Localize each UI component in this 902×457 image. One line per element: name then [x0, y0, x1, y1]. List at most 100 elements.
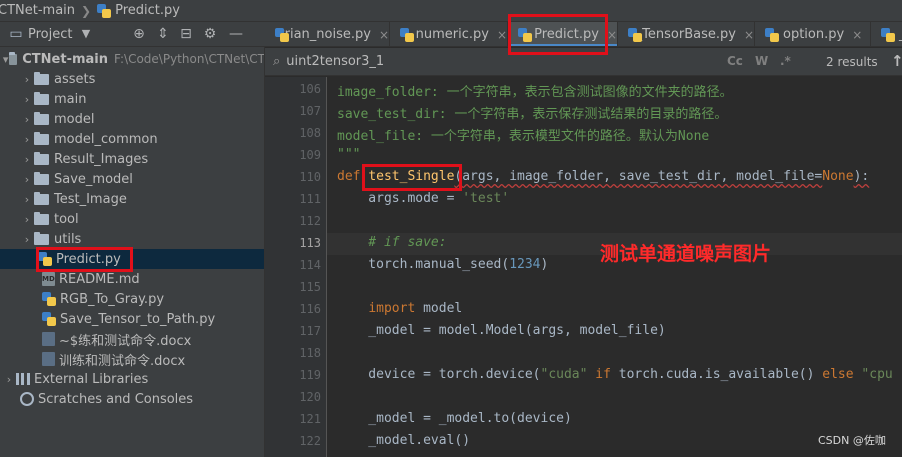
chevron-right-icon[interactable]: › [20, 133, 34, 146]
line-number: 110 [299, 170, 321, 184]
code-token: """ [337, 147, 361, 162]
tree-item-label: main [54, 91, 87, 107]
chevron-down-icon[interactable]: ▾ [2, 53, 9, 66]
code-editor[interactable]: 106 107 108 109 110 111 112 113 114 115 116 117 118 1… [265, 77, 902, 457]
folder-icon [34, 71, 49, 85]
tab-overflow[interactable]: _i [871, 22, 902, 46]
tree-item-external-libraries[interactable]: › External Libraries [0, 369, 264, 389]
code-token: "cpu [861, 367, 893, 382]
tree-item-label: Save_Tensor_to_Path.py [60, 311, 216, 327]
tree-item-train-docx[interactable]: 训练和测试命令.docx [0, 349, 264, 369]
code-token: device = torch.device( [337, 367, 541, 382]
tree-item-test-image[interactable]: › Test_Image [0, 189, 264, 209]
gear-icon[interactable]: ⚙ [202, 26, 218, 42]
search-input[interactable]: uint2tensor3_1 [286, 54, 384, 69]
line-number-gutter: 106 107 108 109 110 111 112 113 114 115 116 117 118 1… [265, 77, 327, 457]
code-token: import [368, 301, 424, 316]
tree-item-tool[interactable]: › tool [0, 209, 264, 229]
folder-icon [34, 131, 49, 145]
breadcrumb-file[interactable]: Predict.py [115, 3, 180, 18]
chevron-down-icon[interactable]: ▼ [78, 26, 94, 42]
tree-item-label: utils [54, 231, 82, 247]
tree-item-utils[interactable]: › utils [0, 229, 264, 249]
python-file-icon [42, 312, 56, 326]
code-line: args.mode = 'test' [337, 191, 509, 206]
chevron-right-icon[interactable]: › [20, 73, 34, 86]
tree-item-label: model [54, 111, 95, 127]
whole-words-toggle[interactable]: W [755, 54, 768, 68]
chevron-right-icon[interactable]: › [20, 113, 34, 126]
expand-all-icon[interactable]: ⇕ [155, 26, 171, 42]
tree-item-scratches[interactable]: Scratches and Consoles [0, 389, 264, 409]
regex-toggle[interactable]: .* [780, 54, 791, 68]
project-icon: ▭ [9, 26, 23, 42]
close-icon[interactable]: × [744, 28, 754, 42]
tree-item-project-root[interactable]: ▾ CTNet-main F:\Code\Python\CTNet\CT [0, 49, 265, 69]
folder-icon [34, 171, 49, 185]
folder-icon [34, 211, 49, 225]
tree-item-label: Scratches and Consoles [38, 391, 194, 407]
code-line: device = torch.device("cuda" if torch.cu… [337, 367, 893, 382]
chevron-right-icon[interactable]: › [20, 233, 34, 246]
chevron-right-icon[interactable]: › [20, 173, 34, 186]
tab-trian-noise[interactable]: trian_noise.py × [265, 22, 390, 46]
minimize-icon[interactable]: — [228, 26, 244, 42]
close-icon[interactable]: × [379, 28, 389, 42]
project-path: F:\Code\Python\CTNet\CT [114, 52, 265, 66]
tree-item-temp-docx[interactable]: ~$练和测试命令.docx [0, 329, 264, 349]
python-file-icon [97, 3, 112, 18]
arrow-up-icon[interactable]: ↑ [891, 52, 902, 70]
annotation-text: 测试单通道噪声图片 [600, 243, 772, 265]
tree-item-model[interactable]: › model [0, 109, 264, 129]
tree-item-readme[interactable]: README.md [0, 269, 264, 289]
tree-item-result-images[interactable]: › Result_Images [0, 149, 264, 169]
chevron-right-icon[interactable]: › [20, 93, 34, 106]
tab-option[interactable]: option.py × [755, 22, 871, 46]
tree-item-label: Test_Image [54, 191, 127, 207]
tree-item-save-model[interactable]: › Save_model [0, 169, 264, 189]
line-number: 115 [299, 280, 321, 294]
tab-label: _TensorBase.py [635, 27, 736, 42]
code-line: save_test_dir: 一个字符串，表示保存测试结果的目录的路径。 [337, 103, 727, 122]
line-number: 116 [299, 302, 321, 316]
breadcrumb-project[interactable]: CTNet-main [0, 3, 75, 18]
close-icon[interactable]: × [607, 28, 617, 42]
tree-item-save-tensor[interactable]: Save_Tensor_to_Path.py [0, 309, 264, 329]
code-token: 1234 [509, 257, 541, 272]
search-results-count: 2 results [826, 55, 878, 69]
docx-file-icon [42, 352, 55, 366]
tab-tensorbase[interactable]: _TensorBase.py × [618, 22, 755, 46]
chevron-right-icon[interactable]: › [20, 193, 34, 206]
tree-item-label: 训练和测试命令.docx [59, 353, 186, 369]
line-number: 112 [299, 214, 321, 228]
code-token: model_file: 一个字符串，表示模型文件的路径。默认为None [337, 129, 710, 144]
folder-icon [34, 231, 49, 245]
code-token: model [423, 301, 463, 316]
match-case-toggle[interactable]: Cc [727, 54, 743, 68]
locate-icon[interactable]: ⊕ [131, 26, 147, 42]
search-icon[interactable]: ⌕ [273, 54, 280, 69]
project-view-selector[interactable]: Project [28, 27, 72, 42]
code-token: torch.cuda.is_available() [618, 367, 823, 382]
tree-item-label: CTNet-main [22, 51, 109, 67]
chevron-right-icon[interactable]: › [20, 213, 34, 226]
tree-item-label: Save_model [54, 171, 133, 187]
close-icon[interactable]: × [852, 28, 862, 42]
chevron-right-icon[interactable]: › [2, 373, 16, 386]
chevron-right-icon[interactable]: › [20, 153, 34, 166]
markdown-file-icon [42, 272, 55, 286]
close-icon[interactable]: × [497, 28, 507, 42]
tree-item-rgb-to-gray[interactable]: RGB_To_Gray.py [0, 289, 264, 309]
tree-item-assets[interactable]: › assets [0, 69, 264, 89]
collapse-all-icon[interactable]: ⊟ [178, 26, 194, 42]
code-token: if [587, 367, 619, 382]
tab-numeric[interactable]: numeric.py × [390, 22, 508, 46]
python-file-icon [42, 292, 56, 306]
line-number: 109 [299, 148, 321, 162]
highlight-box-predict-tab [508, 14, 608, 55]
code-token: torch.manual_seed( [337, 257, 510, 272]
tree-item-model-common[interactable]: › model_common [0, 129, 264, 149]
tree-item-main[interactable]: › main [0, 89, 264, 109]
code-token: save_test_dir: 一个字符串，表示保存测试结果的目录的路径。 [337, 107, 728, 122]
